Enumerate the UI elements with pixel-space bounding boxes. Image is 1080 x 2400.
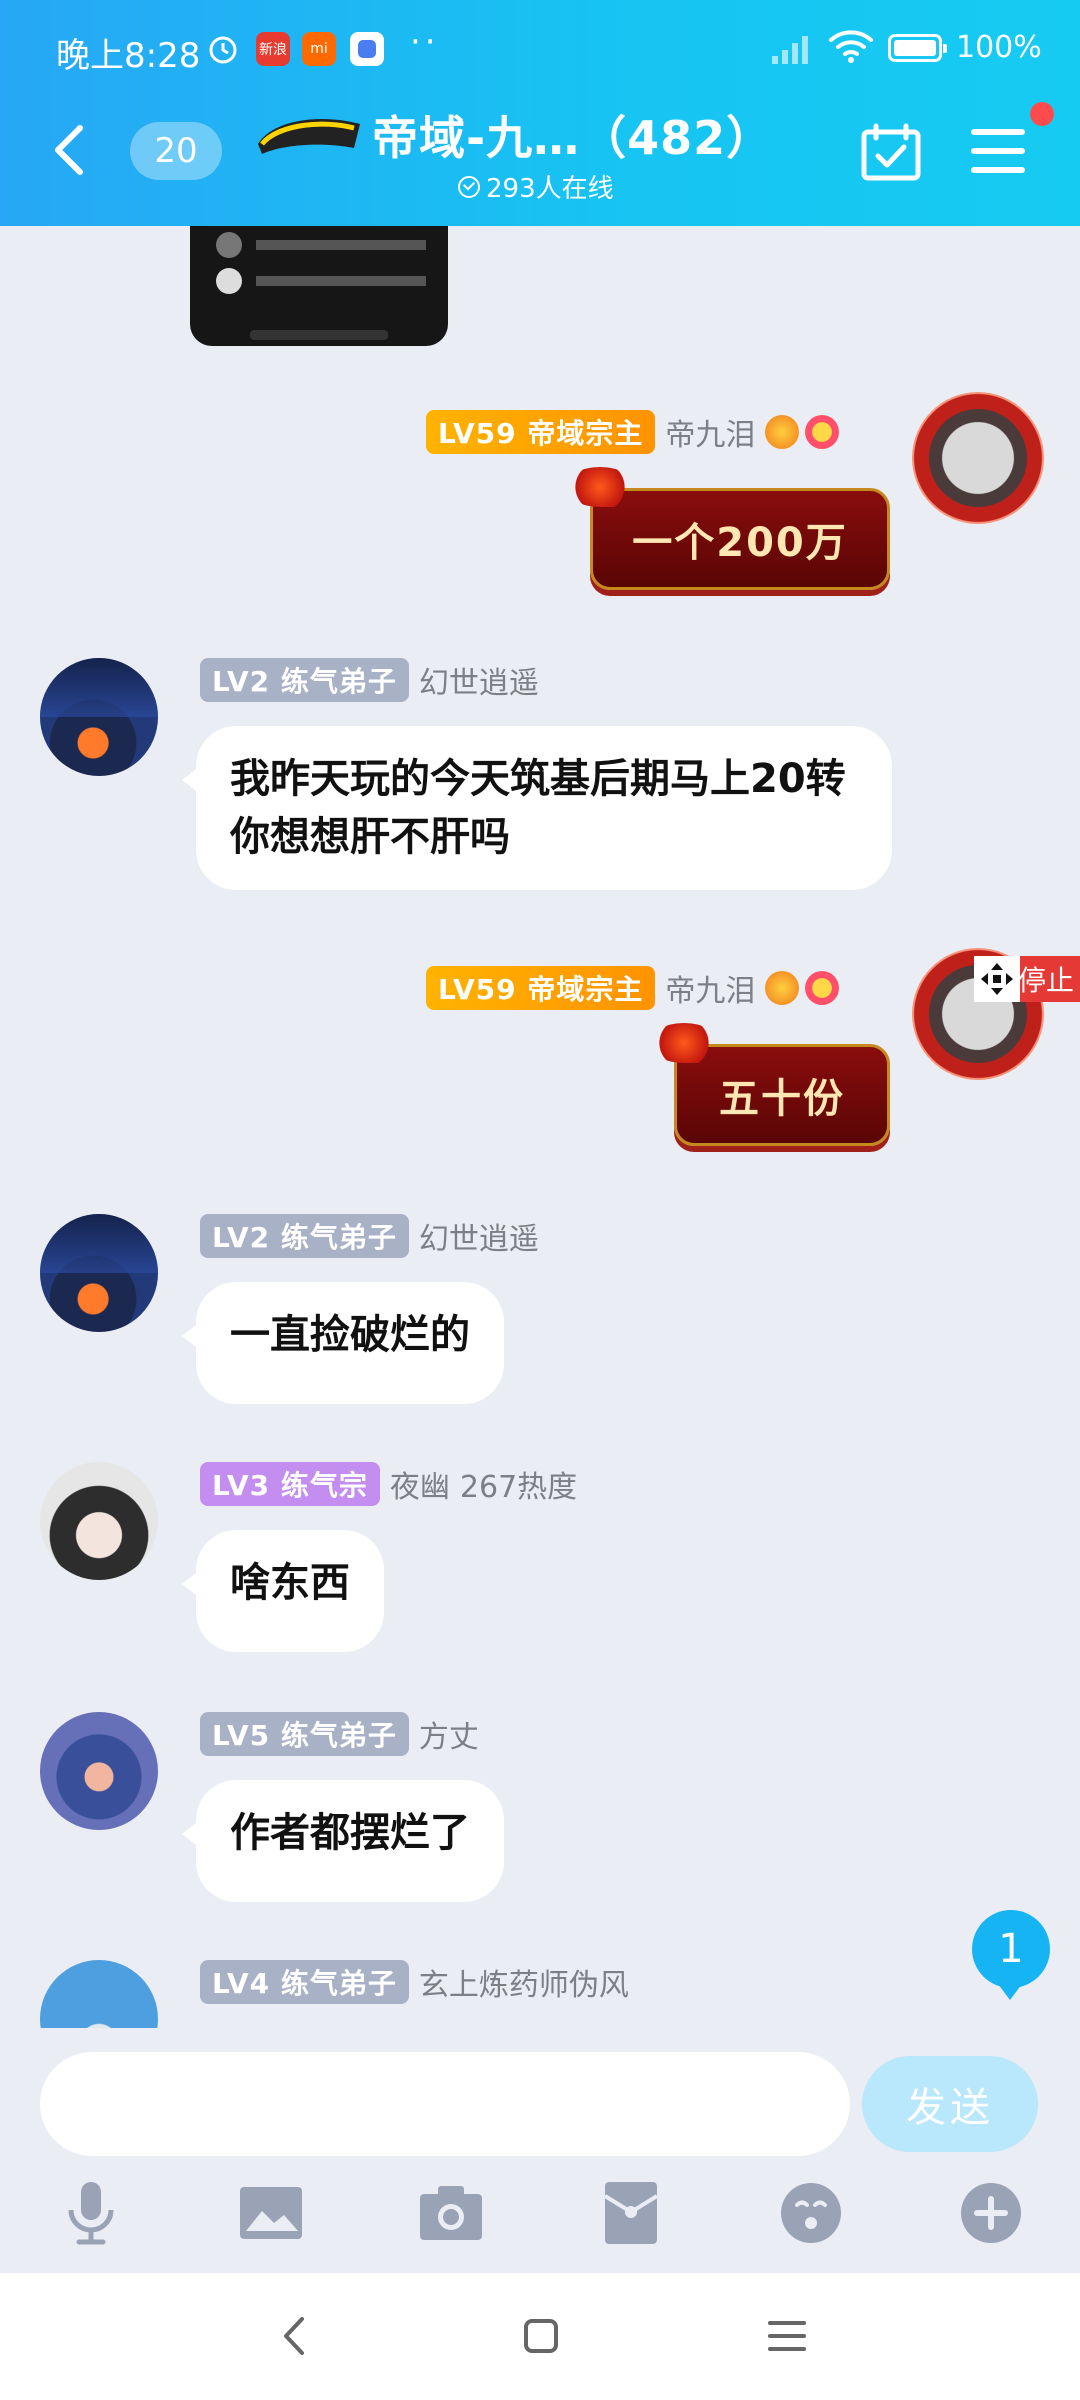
flame-decoration	[565, 467, 635, 507]
level-badge: LV59 帝域宗主	[426, 966, 656, 1010]
online-check-icon	[458, 175, 480, 198]
microphone-icon[interactable]	[56, 2178, 126, 2248]
new-message-badge[interactable]: 1	[972, 1910, 1050, 2000]
home-icon[interactable]	[516, 2313, 566, 2359]
message-bubble[interactable]: 我昨天玩的今天筑基后期马上20转你想想肝不肝吗	[182, 726, 892, 890]
avatar[interactable]	[40, 1462, 158, 1580]
mi-icon: mi	[302, 32, 336, 66]
sina-news-icon: 新浪	[256, 32, 290, 66]
message-header: LV3 练气宗 夜幽 267热度	[200, 1462, 577, 1506]
message-header: LV4 练气弟子 玄上炼药师伪风	[200, 1960, 629, 2004]
notification-dot	[1030, 102, 1054, 126]
red-packet-icon[interactable]	[596, 2178, 666, 2248]
dragon-badge-icon	[765, 971, 800, 1005]
camera-icon[interactable]	[416, 2178, 486, 2248]
group-logo	[258, 118, 360, 154]
message-bubble[interactable]: 啥东西	[182, 1530, 384, 1652]
message-header: LV59 帝域宗主 帝九泪	[426, 410, 840, 454]
smile-badge-icon	[805, 971, 840, 1005]
message-header: LV2 练气弟子 幻世逍遥	[200, 658, 539, 702]
unread-count-badge[interactable]: 20	[130, 122, 222, 180]
plus-icon[interactable]	[956, 2178, 1026, 2248]
back-icon[interactable]	[46, 122, 90, 178]
sender-name[interactable]: 帝九泪	[665, 966, 755, 1010]
back-icon[interactable]	[270, 2313, 320, 2359]
signal-icon	[772, 36, 808, 64]
battery-icon	[888, 34, 947, 62]
image-icon[interactable]	[236, 2178, 306, 2248]
clock: 晚上8:28	[56, 36, 201, 76]
level-badge: LV4 练气弟子	[200, 1960, 409, 2004]
group-title[interactable]: 帝域-九…（482）	[372, 102, 773, 168]
message-input[interactable]	[40, 2052, 850, 2156]
app-icon	[350, 32, 384, 66]
message-bubble[interactable]: 一个200万	[565, 467, 890, 590]
menu-icon[interactable]	[970, 126, 1026, 176]
shared-image-thumbnail[interactable]	[190, 226, 448, 346]
sender-name[interactable]: 幻世逍遥	[419, 1214, 539, 1258]
online-count[interactable]: 293人在线	[458, 168, 614, 205]
system-navigation-bar	[0, 2273, 1080, 2400]
level-badge: LV2 练气弟子	[200, 658, 409, 702]
more-notifications: ··	[410, 22, 440, 62]
alarm-icon	[209, 36, 237, 64]
avatar[interactable]	[40, 658, 158, 776]
avatar[interactable]	[40, 1214, 158, 1332]
wifi-icon	[829, 30, 873, 63]
sender-name[interactable]: 帝九泪	[665, 410, 755, 454]
sender-name[interactable]: 方丈	[419, 1712, 479, 1756]
chat-header: 晚上8:28 新浪 mi ·· 100% 20 帝域-九…（482） 293人在…	[0, 0, 1080, 226]
message-header: LV59 帝域宗主 帝九泪	[426, 966, 840, 1010]
partial-message: LV4 练气弟子 玄上炼药师伪风	[0, 1960, 1080, 2028]
avatar[interactable]	[40, 1712, 158, 1830]
dragon-badge-icon	[765, 415, 800, 449]
sender-name[interactable]: 玄上炼药师伪风	[419, 1960, 629, 2004]
sender-name[interactable]: 夜幽	[390, 1462, 450, 1506]
message-header: LV5 练气弟子 方丈	[200, 1712, 479, 1756]
message-bubble[interactable]: 五十份	[649, 1023, 890, 1146]
flame-decoration	[649, 1023, 719, 1063]
avatar[interactable]	[912, 392, 1044, 524]
message-bubble[interactable]: 作者都摆烂了	[182, 1780, 504, 1902]
battery-percent: 100%	[956, 30, 1042, 65]
level-badge: LV5 练气弟子	[200, 1712, 409, 1756]
move-icon[interactable]	[974, 956, 1020, 1002]
level-badge: LV59 帝域宗主	[426, 410, 656, 454]
message-bubble[interactable]: 一直捡破烂的	[182, 1282, 504, 1404]
level-badge: LV2 练气弟子	[200, 1214, 409, 1258]
composer: 发送	[0, 2028, 1080, 2273]
smile-badge-icon	[805, 415, 840, 449]
message-header: LV2 练气弟子 幻世逍遥	[200, 1214, 539, 1258]
level-badge: LV3 练气宗	[200, 1462, 380, 1506]
send-button[interactable]: 发送	[862, 2056, 1038, 2152]
avatar[interactable]	[40, 1960, 158, 2028]
sender-name[interactable]: 幻世逍遥	[419, 658, 539, 702]
recents-icon[interactable]	[762, 2313, 812, 2359]
heat-count: 267热度	[459, 1470, 578, 1505]
status-bar: 晚上8:28 新浪 mi ·· 100%	[0, 0, 1080, 100]
emoji-icon[interactable]	[776, 2178, 846, 2248]
calendar-checkin-icon[interactable]	[860, 122, 922, 182]
